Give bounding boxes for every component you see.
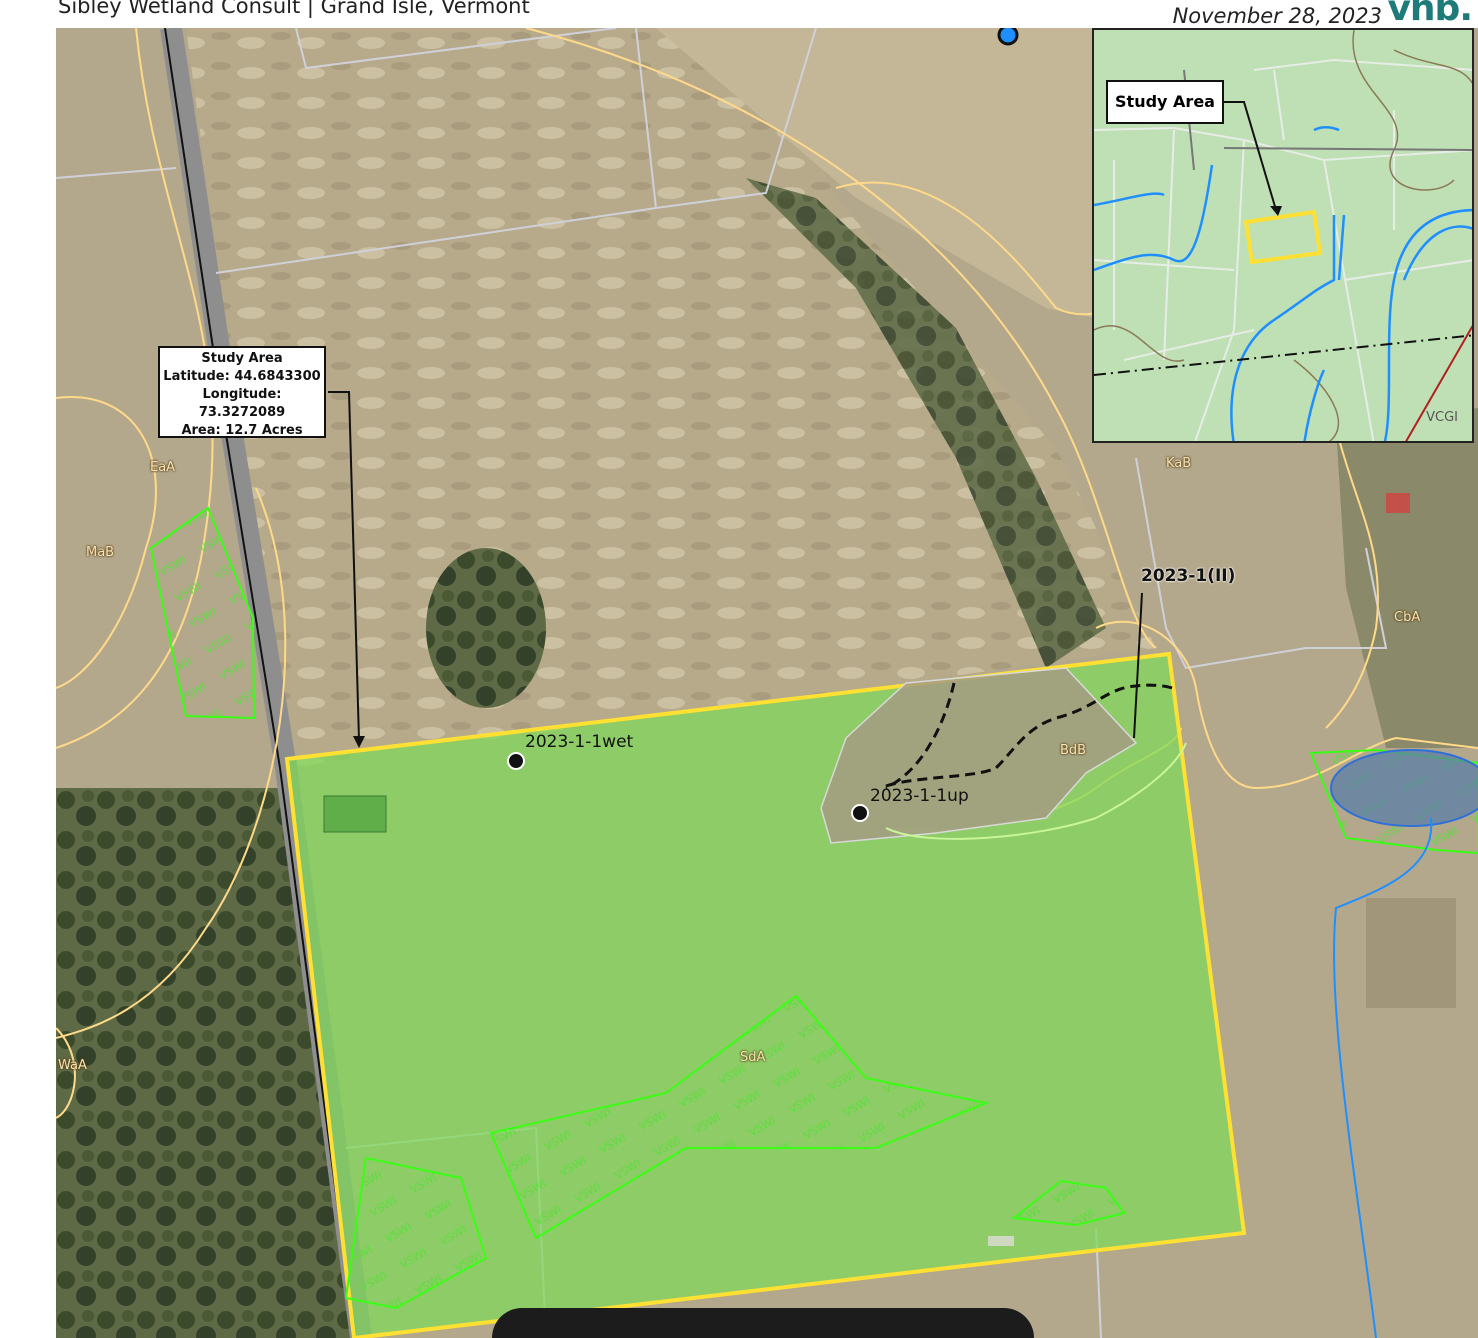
callout-latitude: Latitude: 44.6843300 — [163, 369, 321, 384]
point-2023-1-1wet[interactable] — [507, 752, 525, 770]
aerial-map[interactable]: VSWI — [56, 28, 1478, 1338]
callout-longitude: Longitude: 73.3272089 — [198, 387, 286, 420]
point-2023-1-1up[interactable] — [851, 804, 869, 822]
blue-marker — [997, 28, 1019, 46]
point-label-wet: 2023-1-1wet — [525, 732, 634, 752]
inset-credit: VCGI — [1426, 410, 1458, 425]
garden-plot — [1366, 898, 1456, 1008]
study-area-callout: Study Area Latitude: 44.6843300 Longitud… — [158, 346, 326, 438]
soil-label-mab: MaB — [86, 545, 115, 560]
tree-cluster — [426, 548, 546, 708]
barn — [323, 795, 387, 833]
header-title: Sibley Wetland Consult | Grand Isle, Ver… — [58, 0, 530, 18]
soil-label-sda: SdA — [740, 1050, 766, 1065]
callout-area: Area: 12.7 Acres — [181, 423, 303, 438]
soil-label-bdb: BdB — [1060, 743, 1087, 758]
inset-map[interactable]: Study Area VCGI — [1092, 28, 1474, 443]
shed — [988, 1236, 1014, 1246]
callout-title: Study Area — [201, 351, 283, 366]
pond — [1330, 749, 1478, 827]
soil-label-kab: KaB — [1166, 456, 1192, 471]
vhb-logo: vhb. — [1387, 0, 1473, 29]
red-roof — [1386, 493, 1410, 513]
soil-label-waa: WaA — [58, 1058, 87, 1073]
header-date: November 28, 2023 — [1172, 4, 1382, 28]
inset-callout: Study Area — [1106, 80, 1224, 124]
point-label-up: 2023-1-1up — [870, 786, 969, 806]
wetland-label: 2023-1(II) — [1141, 566, 1236, 586]
soil-label-cba: CbA — [1394, 610, 1421, 625]
map-controls-bar[interactable] — [492, 1308, 1034, 1338]
soil-label-eaa: EaA — [150, 460, 176, 475]
